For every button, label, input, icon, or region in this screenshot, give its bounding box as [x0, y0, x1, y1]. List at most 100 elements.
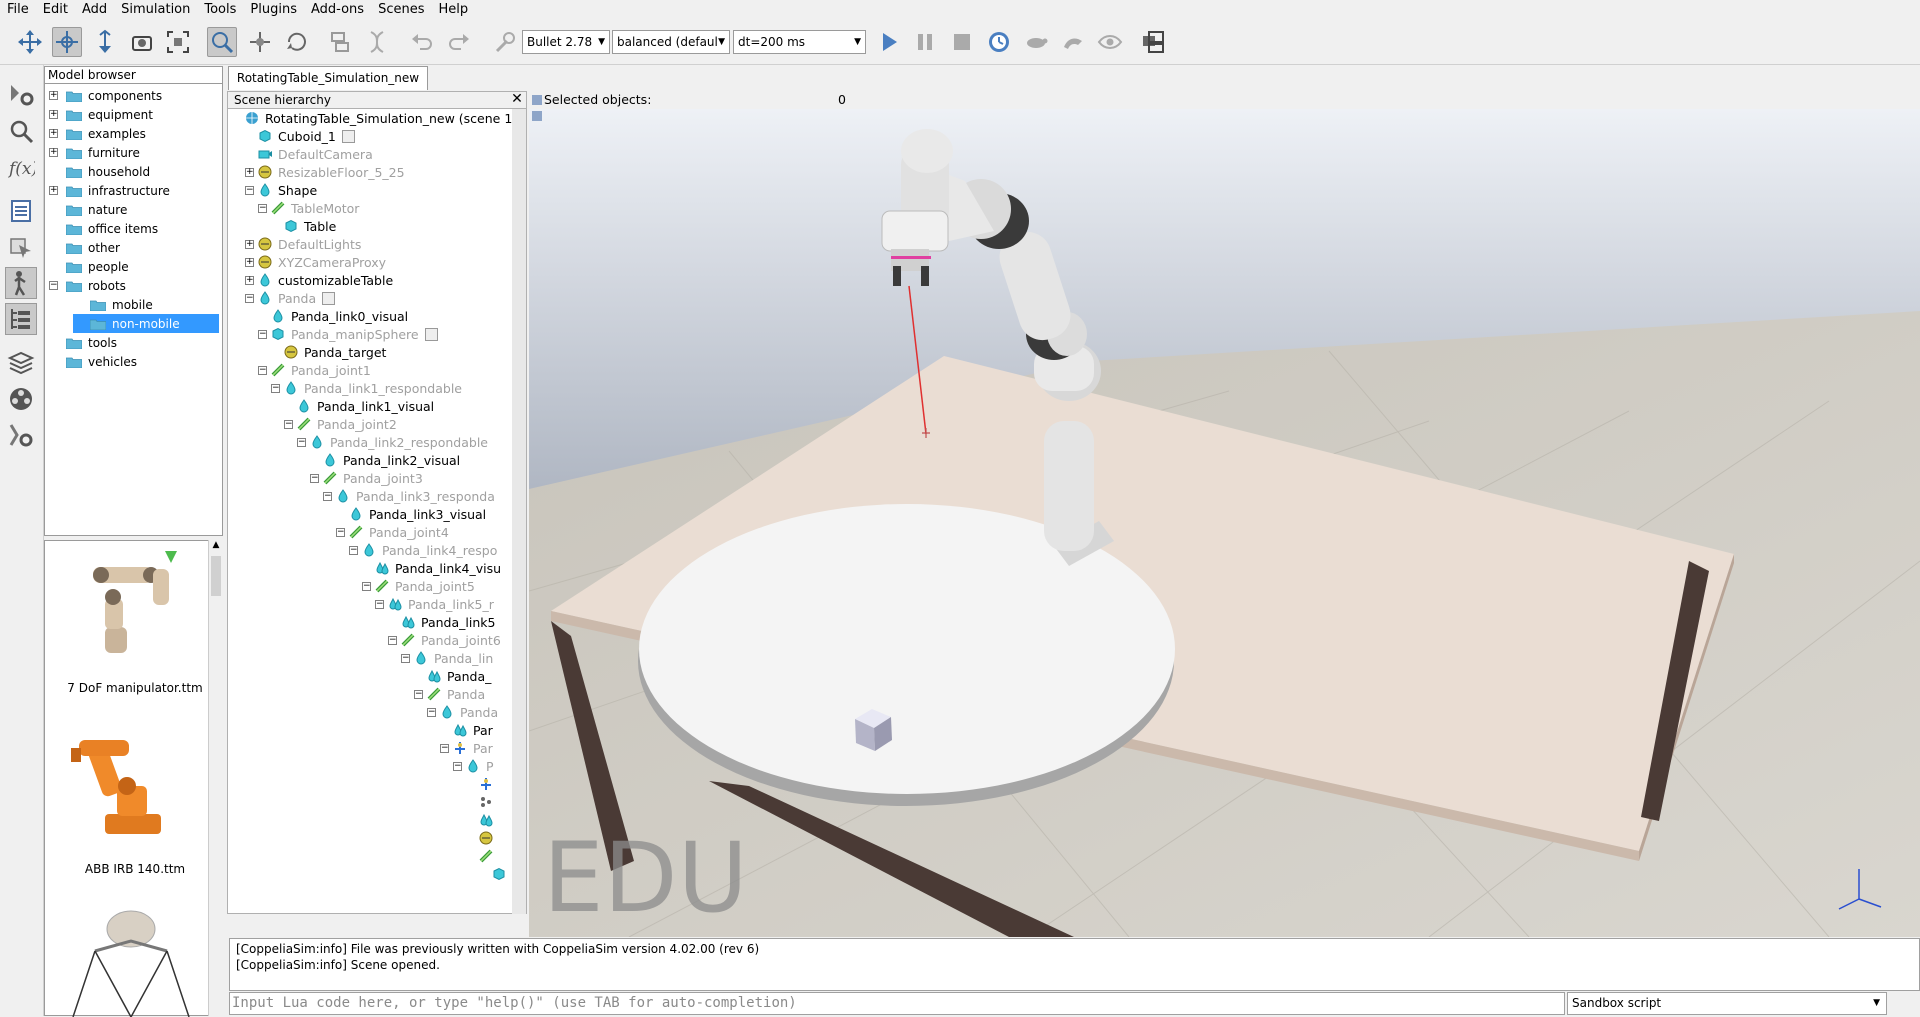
dynamics-accuracy-select[interactable]: balanced (defaul ▼	[612, 30, 730, 54]
lua-command-input[interactable]: Input Lua code here, or type "help()" (u…	[229, 992, 1565, 1015]
model-folder-other[interactable]: other	[49, 238, 219, 257]
menu-simulation[interactable]: Simulation	[114, 0, 197, 20]
layers-icon[interactable]	[5, 347, 37, 379]
realtime-icon[interactable]	[984, 27, 1014, 57]
scene-object-row[interactable]: − Shape	[245, 181, 317, 199]
scene-object-row[interactable]: + XYZCameraProxy	[245, 253, 386, 271]
scene-object-row[interactable]: Panda_link4_visu	[362, 559, 501, 577]
model-folder-people[interactable]: people	[49, 257, 219, 276]
scrollbar-thumb[interactable]	[211, 556, 221, 596]
expand-toggle-icon[interactable]: −	[427, 707, 436, 717]
scene-object-row[interactable]: Table	[271, 217, 336, 235]
expand-toggle-icon[interactable]: +	[245, 275, 254, 285]
thumbnail-delta-robot[interactable]	[65, 901, 195, 1017]
hierarchy-scrollbar[interactable]	[512, 109, 526, 914]
scene-object-row[interactable]: − Panda_joint3	[310, 469, 423, 487]
camera-pan-icon[interactable]	[15, 27, 45, 57]
script-icon[interactable]	[424, 327, 438, 341]
scene-object-row[interactable]	[466, 829, 499, 847]
slow-down-icon[interactable]	[1021, 27, 1051, 57]
menu-plugins[interactable]: Plugins	[243, 0, 304, 20]
scene-object-row[interactable]: − Panda_joint5	[362, 577, 475, 595]
scene-object-row[interactable]: Panda_link1_visual	[284, 397, 434, 415]
expand-toggle-icon[interactable]: −	[349, 545, 358, 555]
click-select-icon[interactable]	[207, 27, 237, 57]
script-icon[interactable]	[322, 291, 336, 305]
model-browser-icon[interactable]	[5, 267, 37, 299]
scene-object-row[interactable]: Panda_link3_visual	[336, 505, 486, 523]
expand-toggle-icon[interactable]: +	[49, 110, 58, 119]
expand-toggle-icon[interactable]: +	[245, 239, 254, 249]
page-selector-icon[interactable]	[1138, 27, 1168, 57]
model-folder-office-items[interactable]: office items	[49, 219, 219, 238]
fit-to-view-icon[interactable]	[163, 27, 193, 57]
scene-hierarchy-icon[interactable]	[5, 303, 37, 335]
scene-object-row[interactable]: − P	[453, 757, 494, 775]
scene-object-row[interactable]	[466, 847, 499, 865]
scene-object-row[interactable]: − Panda	[427, 703, 498, 721]
expand-toggle-icon[interactable]: +	[49, 186, 58, 195]
model-folder-vehicles[interactable]: vehicles	[49, 352, 219, 371]
model-folder-nature[interactable]: nature	[49, 200, 219, 219]
stop-simulation-icon[interactable]	[947, 27, 977, 57]
model-folder-non-mobile[interactable]: non-mobile	[73, 314, 219, 333]
object-rotate-icon[interactable]	[282, 27, 312, 57]
user-settings-icon[interactable]	[5, 419, 37, 451]
expand-toggle-icon[interactable]: −	[271, 383, 280, 393]
model-folder-furniture[interactable]: + furniture	[49, 143, 219, 162]
expand-toggle-icon[interactable]: −	[453, 761, 462, 771]
redo-icon[interactable]	[444, 27, 474, 57]
camera-angle-icon[interactable]	[127, 27, 157, 57]
scene-object-row[interactable]: − Panda_link2_respondable	[297, 433, 488, 451]
assemble-icon[interactable]	[325, 27, 355, 57]
simulation-settings-icon[interactable]	[5, 79, 37, 111]
menu-tools[interactable]: Tools	[197, 0, 243, 20]
start-simulation-icon[interactable]	[874, 27, 904, 57]
scene-object-row[interactable]: − Panda_joint4	[336, 523, 449, 541]
scene-object-row[interactable]: DefaultCamera	[245, 145, 373, 163]
scene-object-row[interactable]: − Panda_joint2	[284, 415, 397, 433]
scene-object-row[interactable]: Par	[440, 721, 493, 739]
scene-object-row[interactable]: + ResizableFloor_5_25	[245, 163, 405, 181]
model-folder-components[interactable]: + components	[49, 86, 219, 105]
menu-file[interactable]: File	[0, 0, 36, 20]
physics-engine-select[interactable]: Bullet 2.78 ▼	[522, 30, 610, 54]
scroll-up-icon[interactable]: ▲	[210, 540, 222, 554]
expand-toggle-icon[interactable]: −	[297, 437, 306, 447]
scene-object-row[interactable]: + customizableTable	[245, 271, 393, 289]
scene-object-row[interactable]: − TableMotor	[258, 199, 359, 217]
expand-toggle-icon[interactable]: −	[245, 185, 254, 195]
collapse-icon[interactable]	[532, 95, 542, 105]
thumbnail-abb-irb-140[interactable]	[65, 726, 195, 841]
scene-object-row[interactable]: − Panda_link1_respondable	[271, 379, 462, 397]
expand-toggle-icon[interactable]: −	[258, 329, 267, 339]
model-folder-mobile[interactable]: mobile	[73, 295, 219, 314]
model-folder-equipment[interactable]: + equipment	[49, 105, 219, 124]
script-context-select[interactable]: Sandbox script ▼	[1567, 992, 1887, 1015]
model-folder-tools[interactable]: tools	[49, 333, 219, 352]
transfer-dna-icon[interactable]	[362, 27, 392, 57]
expand-toggle-icon[interactable]: −	[258, 365, 267, 375]
scene-object-row[interactable]: Panda_link2_visual	[310, 451, 460, 469]
expand-toggle-icon[interactable]: −	[284, 419, 293, 429]
dynamics-toggle-icon[interactable]	[489, 27, 519, 57]
expand-toggle-icon[interactable]: +	[245, 167, 254, 177]
expand-toggle-icon[interactable]: −	[375, 599, 384, 609]
scene-object-row[interactable]	[466, 775, 499, 793]
visualization-icon[interactable]	[1095, 27, 1125, 57]
scene-object-row[interactable]: − Panda_link5_r	[375, 595, 494, 613]
model-folder-examples[interactable]: + examples	[49, 124, 219, 143]
expand-toggle-icon[interactable]: −	[49, 281, 58, 290]
expand-toggle-icon[interactable]: −	[310, 473, 319, 483]
expand-toggle-icon[interactable]: +	[245, 257, 254, 267]
scene-object-row[interactable]: − Panda	[245, 289, 336, 307]
pause-simulation-icon[interactable]	[910, 27, 940, 57]
tab-scene[interactable]: RotatingTable_Simulation_new	[228, 66, 428, 90]
object-shift-icon[interactable]	[245, 27, 275, 57]
menu-add[interactable]: Add	[75, 0, 114, 20]
expand-toggle-icon[interactable]: +	[49, 129, 58, 138]
thumbnail-scrollbar[interactable]: ▲	[208, 540, 223, 1016]
selection-icon[interactable]	[5, 231, 37, 263]
scene-object-row[interactable]: − Panda_lin	[401, 649, 493, 667]
menu-edit[interactable]: Edit	[36, 0, 75, 20]
